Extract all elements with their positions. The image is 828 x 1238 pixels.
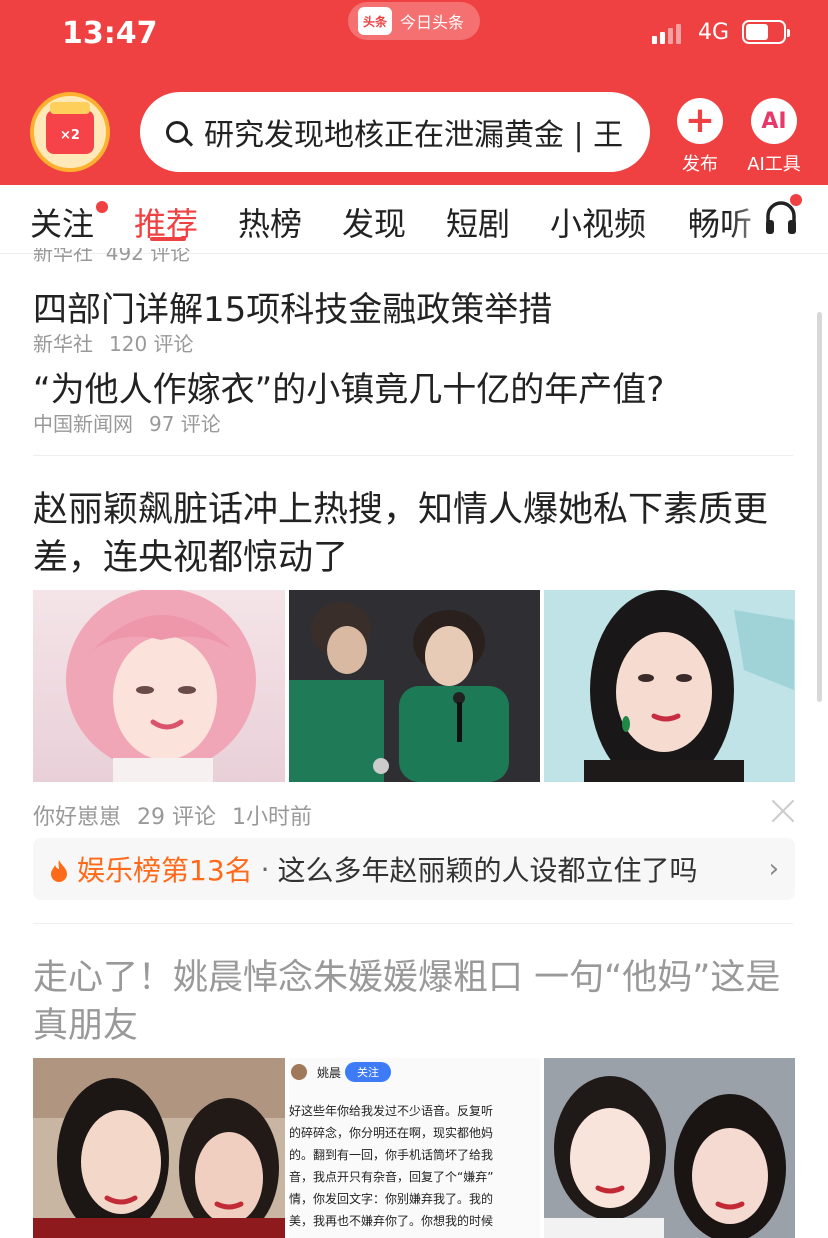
hot-rank-bar[interactable]: 娱乐榜第13名 · 这么多年赵丽颖的人设都立住了吗 › <box>33 838 795 900</box>
divider <box>33 455 793 456</box>
post-line: 音，我点开只有杂音，回复了个“嫌弃” <box>289 1170 494 1184</box>
search-bar[interactable]: 研究发现地核正在泄漏黄金 | 王 <box>140 92 650 172</box>
publish-button[interactable]: + 发布 <box>670 98 730 176</box>
profile-gift-avatar[interactable]: ×2 <box>30 92 110 172</box>
article-image-3[interactable] <box>544 590 795 782</box>
article2-image-2[interactable]: 姚晨 关注 好这些年你给我发过不少语音。反复听 的碎碎念，你分明还在啊，现实都他… <box>289 1058 540 1238</box>
news-item-meta: 新华社 120 评论 <box>33 332 194 356</box>
post-line: 的碎碎念，你分明还在啊，现实都他妈 <box>289 1126 494 1140</box>
signal-icon <box>652 24 681 44</box>
post-follow-button: 关注 <box>345 1062 391 1082</box>
hot-rank-label: 娱乐榜第13名 <box>77 854 253 887</box>
active-tab-indicator <box>150 237 186 241</box>
article-image-2[interactable] <box>289 590 540 782</box>
post-line: 好这些年你给我发过不少语音。反复听 <box>289 1104 494 1118</box>
tab-short-video[interactable]: 小视频 <box>550 199 646 245</box>
app-pill-label: 今日头条 <box>400 13 465 32</box>
post-user-name: 姚晨 <box>317 1066 342 1080</box>
avatar <box>291 1064 307 1080</box>
headphone-icon[interactable] <box>764 194 802 236</box>
top-header: 13:47 头条 今日头条 4G ×2 研究发现地核正在泄漏黄金 | 王 + 发… <box>0 0 828 185</box>
search-icon <box>166 121 188 143</box>
ai-tools-label: AI工具 <box>747 154 801 175</box>
gift-box-icon: ×2 <box>46 102 94 154</box>
plus-icon: + <box>677 98 723 144</box>
post-line: 情，你发回文字：你别嫌弃我了。我的 <box>289 1192 494 1206</box>
gift-multiplier: ×2 <box>60 127 80 143</box>
chevron-right-icon: › <box>768 854 779 884</box>
hot-separator: · <box>260 852 270 886</box>
app-indicator-pill[interactable]: 头条 今日头条 <box>348 2 480 40</box>
tab-follow[interactable]: 关注 <box>30 199 109 245</box>
post-line: 的。翻到有一回，你手机话筒坏了给我 <box>289 1148 494 1162</box>
news-item-title[interactable]: “为他人作嫁衣”的小镇竟几十亿的年产值? <box>33 362 664 411</box>
cut-off-meta: 新华社 492 评论 <box>33 248 191 262</box>
network-type: 4G <box>698 20 730 45</box>
toutiao-logo-icon: 头条 <box>358 7 392 35</box>
article-title[interactable]: 走心了！姚晨悼念朱媛媛爆粗口 一句“他妈”这是真朋友 <box>33 954 793 1050</box>
publish-label: 发布 <box>682 154 718 175</box>
article2-image-1[interactable] <box>33 1058 285 1238</box>
battery-icon <box>742 20 790 44</box>
news-item-meta: 中国新闻网 97 评论 <box>33 412 221 436</box>
article-meta: 你好崽崽 29 评论 1小时前 <box>33 805 313 830</box>
article-title[interactable]: 赵丽颖飙脏话冲上热搜，知情人爆她私下素质更差，连央视都惊动了 <box>33 486 793 582</box>
news-item-title[interactable]: 四部门详解15项科技金融政策举措 <box>33 282 552 331</box>
ai-icon: AI <box>751 98 797 144</box>
tab-discover[interactable]: 发现 <box>342 199 406 245</box>
search-suggestion-text: 研究发现地核正在泄漏黄金 | 王 <box>204 118 624 153</box>
flame-icon <box>49 857 69 882</box>
channel-tabs: 关注 推荐 热榜 发现 短剧 小视频 畅听 <box>0 185 828 254</box>
dismiss-close-icon[interactable] <box>770 798 796 824</box>
divider <box>33 923 793 924</box>
hot-topic-text: 这么多年赵丽颖的人设都立住了吗 <box>277 854 698 887</box>
tab-hot-list[interactable]: 热榜 <box>238 199 302 245</box>
scrollbar[interactable] <box>817 312 822 702</box>
status-time: 13:47 <box>62 16 158 51</box>
ai-tools-button[interactable]: AI AI工具 <box>744 98 804 176</box>
unread-dot <box>790 194 802 206</box>
post-line: 美，我再也不嫌弃你了。你想我的时候 <box>289 1214 494 1228</box>
article2-image-3[interactable] <box>544 1058 795 1238</box>
article-image-1[interactable] <box>33 590 285 782</box>
unread-dot <box>96 201 109 213</box>
tab-short-drama[interactable]: 短剧 <box>446 199 510 245</box>
